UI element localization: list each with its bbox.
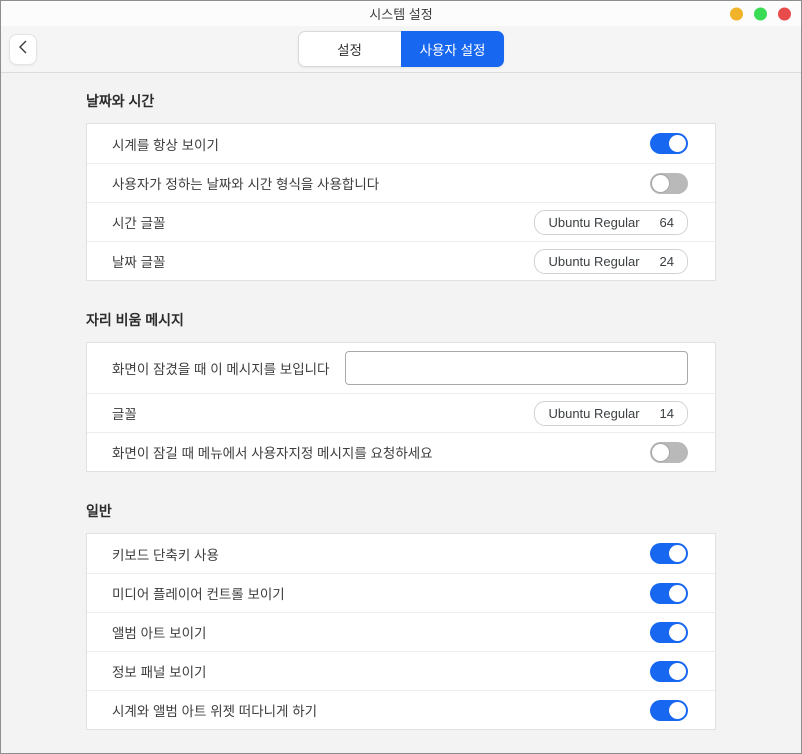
window-title: 시스템 설정 [369, 4, 432, 23]
section-title: 일반 [86, 501, 801, 521]
section-title: 날짜와 시간 [86, 91, 801, 111]
toggle-switch[interactable] [650, 442, 688, 463]
row-label: 시계를 항상 보이기 [112, 134, 650, 154]
row-label: 앨범 아트 보이기 [112, 622, 650, 642]
row-label: 키보드 단축키 사용 [112, 544, 650, 564]
system-settings-window: 시스템 설정 설정사용자 설정 날짜와 시간시계를 항상 보이기사용자가 정하는… [0, 0, 802, 754]
tab-user-settings[interactable]: 사용자 설정 [401, 31, 505, 67]
settings-row: 시간 글꼴 Ubuntu Regular 64 [87, 202, 715, 241]
settings-section: 일반키보드 단축키 사용미디어 플레이어 컨트롤 보이기앨범 아트 보이기정보 … [86, 501, 801, 730]
settings-row: 사용자가 정하는 날짜와 시간 형식을 사용합니다 [87, 163, 715, 202]
font-name: Ubuntu Regular [548, 254, 639, 269]
settings-row: 키보드 단축키 사용 [87, 534, 715, 573]
toggle-knob [669, 624, 686, 641]
font-size: 24 [660, 254, 674, 269]
row-label: 시계와 앨범 아트 위젯 떠다니게 하기 [112, 700, 650, 720]
tab-bar: 설정사용자 설정 [298, 31, 505, 67]
minimize-button[interactable] [730, 7, 743, 20]
settings-row: 앨범 아트 보이기 [87, 612, 715, 651]
row-label: 화면이 잠겼을 때 이 메시지를 보입니다 [112, 358, 345, 378]
header: 설정사용자 설정 [1, 26, 801, 73]
toggle-knob [652, 444, 669, 461]
toggle-knob [669, 135, 686, 152]
toggle-knob [669, 702, 686, 719]
font-button[interactable]: Ubuntu Regular 64 [534, 210, 688, 235]
font-size: 64 [660, 215, 674, 230]
settings-row: 정보 패널 보이기 [87, 651, 715, 690]
font-name: Ubuntu Regular [548, 406, 639, 421]
toggle-knob [652, 175, 669, 192]
window-controls [730, 7, 791, 20]
toggle-switch[interactable] [650, 133, 688, 154]
font-button[interactable]: Ubuntu Regular 14 [534, 401, 688, 426]
font-size: 14 [660, 406, 674, 421]
row-label: 글꼴 [112, 403, 534, 423]
maximize-button[interactable] [754, 7, 767, 20]
toggle-knob [669, 663, 686, 680]
row-label: 정보 패널 보이기 [112, 661, 650, 681]
close-button[interactable] [778, 7, 791, 20]
section-title: 자리 비움 메시지 [86, 310, 801, 330]
titlebar: 시스템 설정 [1, 1, 801, 26]
row-label: 화면이 잠길 때 메뉴에서 사용자지정 메시지를 요청하세요 [112, 442, 650, 462]
lock-message-input[interactable] [345, 351, 688, 385]
settings-panel: 키보드 단축키 사용미디어 플레이어 컨트롤 보이기앨범 아트 보이기정보 패널… [86, 533, 716, 730]
settings-row: 미디어 플레이어 컨트롤 보이기 [87, 573, 715, 612]
settings-row: 글꼴 Ubuntu Regular 14 [87, 393, 715, 432]
toggle-knob [669, 545, 686, 562]
settings-section: 날짜와 시간시계를 항상 보이기사용자가 정하는 날짜와 시간 형식을 사용합니… [86, 91, 801, 281]
tab-settings[interactable]: 설정 [298, 31, 401, 67]
toggle-switch[interactable] [650, 583, 688, 604]
toggle-switch[interactable] [650, 622, 688, 643]
row-label: 시간 글꼴 [112, 212, 534, 232]
row-label: 사용자가 정하는 날짜와 시간 형식을 사용합니다 [112, 173, 650, 193]
font-name: Ubuntu Regular [548, 215, 639, 230]
settings-row: 시계를 항상 보이기 [87, 124, 715, 163]
toggle-switch[interactable] [650, 543, 688, 564]
settings-row: 화면이 잠겼을 때 이 메시지를 보입니다 [87, 343, 715, 393]
settings-section: 자리 비움 메시지화면이 잠겼을 때 이 메시지를 보입니다글꼴Ubuntu R… [86, 310, 801, 472]
font-button[interactable]: Ubuntu Regular 24 [534, 249, 688, 274]
row-label: 날짜 글꼴 [112, 251, 534, 271]
toggle-switch[interactable] [650, 661, 688, 682]
toggle-switch[interactable] [650, 173, 688, 194]
toggle-knob [669, 585, 686, 602]
toggle-switch[interactable] [650, 700, 688, 721]
settings-panel: 화면이 잠겼을 때 이 메시지를 보입니다글꼴 Ubuntu Regular 14 화… [86, 342, 716, 472]
row-label: 미디어 플레이어 컨트롤 보이기 [112, 583, 650, 603]
chevron-left-icon [18, 40, 28, 59]
settings-row: 화면이 잠길 때 메뉴에서 사용자지정 메시지를 요청하세요 [87, 432, 715, 471]
settings-row: 날짜 글꼴 Ubuntu Regular 24 [87, 241, 715, 280]
settings-panel: 시계를 항상 보이기사용자가 정하는 날짜와 시간 형식을 사용합니다시간 글꼴… [86, 123, 716, 281]
back-button[interactable] [9, 34, 37, 65]
settings-content: 날짜와 시간시계를 항상 보이기사용자가 정하는 날짜와 시간 형식을 사용합니… [1, 73, 801, 730]
settings-row: 시계와 앨범 아트 위젯 떠다니게 하기 [87, 690, 715, 729]
